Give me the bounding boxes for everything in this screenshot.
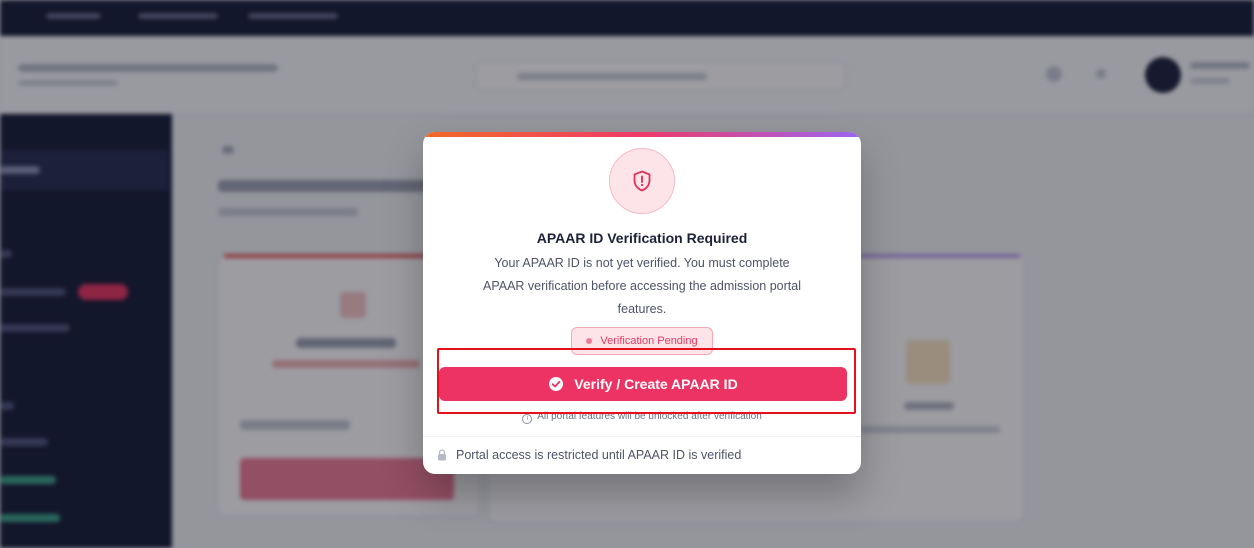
modal-description: Your APAAR ID is not yet verified. You m… bbox=[483, 256, 801, 316]
modal-accent-bar bbox=[423, 132, 861, 137]
status-dot bbox=[586, 338, 593, 344]
footer-text: Portal access is restricted until APAAR … bbox=[456, 448, 742, 462]
status-badge: Verification Pending bbox=[571, 327, 713, 355]
info-icon: i bbox=[522, 414, 533, 424]
modal-title: APAAR ID Verification Required bbox=[536, 230, 748, 246]
verify-button-label: Verify / Create APAAR ID bbox=[574, 376, 738, 392]
status-badge-label: Verification Pending bbox=[600, 335, 698, 347]
check-circle-icon bbox=[548, 376, 564, 392]
shield-alert-icon bbox=[609, 148, 675, 214]
modal-divider bbox=[423, 436, 861, 437]
unlock-note: i All portal features will be unlocked af… bbox=[423, 411, 861, 424]
apaar-verification-modal: APAAR ID Verification Required Your APAA… bbox=[423, 132, 861, 474]
modal-footer: Portal access is restricted until APAAR … bbox=[437, 448, 741, 462]
lock-icon bbox=[437, 449, 447, 461]
verify-apaar-button[interactable]: Verify / Create APAAR ID bbox=[439, 367, 847, 401]
unlock-note-text: All portal features will be unlocked aft… bbox=[537, 411, 762, 422]
